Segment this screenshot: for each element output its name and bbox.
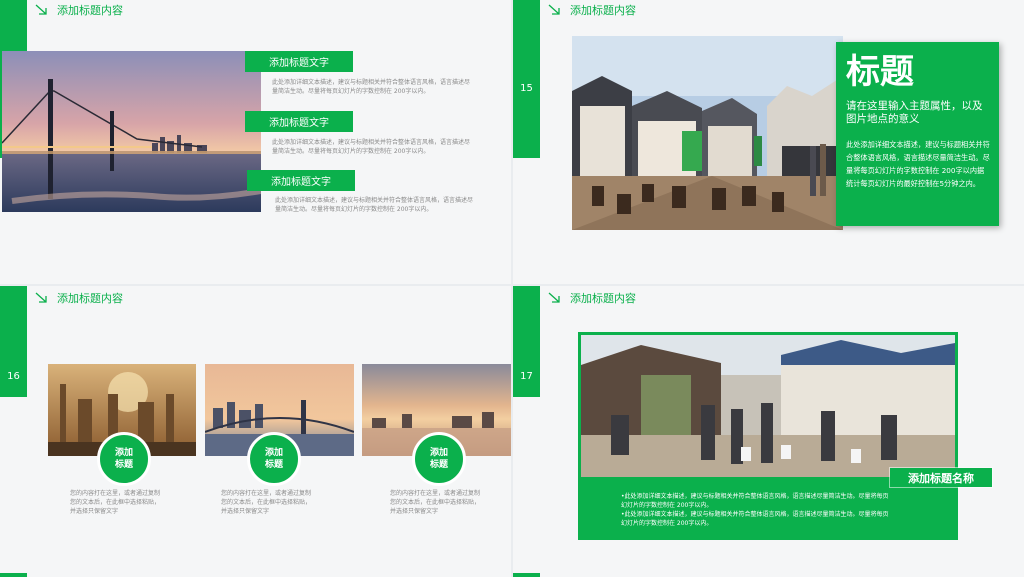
card-3-circle-line-1: 添加: [429, 448, 448, 458]
card-1-line-1: 您的内容打在这里，或者通过复制: [70, 490, 161, 497]
next-slide-edge: [0, 573, 511, 577]
card-1-title-circle: 添加 标题: [97, 432, 151, 486]
slide-header: 添加标题内容: [548, 2, 636, 18]
slide-number-tab: 17: [513, 286, 540, 397]
slide-header: 添加标题内容: [548, 290, 636, 306]
panel-body-line-3: 量将每页幻灯片的字数控制在 200字以内据: [846, 166, 985, 175]
slide-15[interactable]: 15 添加标题内容 标题 请在这里输入主题属性，以及 图片地点的意义 此处添加详…: [513, 0, 1024, 284]
slide-header-title: 添加标题内容: [57, 292, 123, 305]
title-tag-3-text: 添加标题文字: [271, 177, 331, 188]
shopping-street-photo: [581, 335, 955, 477]
panel-subtitle: 请在这里输入主题属性，以及 图片地点的意义: [846, 100, 983, 126]
bridge-city-photo: [2, 51, 261, 212]
card-2-circle-line-2: 标题: [264, 460, 283, 470]
village-street-photo: [572, 36, 843, 230]
panel-body-line-1: 此处添加详细文本描述，建议与标题相关并符: [846, 140, 990, 149]
slide-14[interactable]: 14 添加标题内容 添加标题文字: [0, 0, 511, 284]
title-tag-1-text: 添加标题文字: [269, 58, 329, 69]
description-2-line-2: 量简洁生动。尽量将每页幻灯片的字数控制在 200字以内。: [272, 148, 430, 155]
next-slide-edge: [513, 573, 1024, 577]
card-2-circle-line-1: 添加: [264, 448, 283, 458]
slide-number-tab: 16: [0, 286, 27, 397]
panel-body-line-2: 合整体语言风格，语言描述尽量简洁生动。尽: [846, 153, 990, 162]
panel-subtitle-line-1: 请在这里输入主题属性，以及: [846, 100, 983, 112]
next-slide-tab-edge: [513, 573, 540, 577]
description-3-line-2: 量简洁生动。尽量将每页幻灯片的字数控制在 200字以内。: [275, 206, 433, 213]
description-1-line-1: 此处添加详细文本描述，建议与标题相关并符合整体语言风格，语言描述尽: [272, 79, 471, 86]
card-3-line-2: 您的文本后，在此框中选择粘贴，: [390, 499, 481, 506]
card-2-line-3: 并选择只保留文字: [221, 508, 270, 515]
description-3-line-1: 此处添加详细文本描述，建议与标题相关并符合整体语言风格，语言描述尽: [275, 197, 474, 204]
description-1-line-2: 量简洁生动。尽量将每页幻灯片的字数控制在 200字以内。: [272, 88, 430, 95]
slide-16[interactable]: 16 添加标题内容 添加标题 添加标题 添加标题 您的内容打在这里，或者通: [0, 286, 511, 575]
slide-header-title: 添加标题内容: [57, 4, 123, 17]
slide-number: 15: [520, 82, 533, 94]
slide-number: 17: [520, 371, 533, 382]
card-3-line-3: 并选择只保留文字: [390, 508, 439, 515]
card-1-line-2: 您的文本后，在此框中选择粘贴，: [70, 499, 161, 506]
bullet-1: •此处添加详细文本描述，建议与标题相关并符合整体语言风格，语言描述尽量简洁生动。…: [621, 492, 889, 510]
next-slide-tab-edge: [0, 573, 27, 577]
panel-subtitle-line-2: 图片地点的意义: [846, 113, 920, 125]
card-2-line-2: 您的文本后，在此框中选择粘贴，: [221, 499, 312, 506]
title-tag-3: 添加标题文字: [247, 170, 355, 191]
description-3: 此处添加详细文本描述，建议与标题相关并符合整体语言风格，语言描述尽 量简洁生动。…: [275, 196, 473, 214]
arrow-corner-icon: [548, 4, 560, 15]
description-2-line-1: 此处添加详细文本描述，建议与标题相关并符合整体语言风格，语言描述尽: [272, 139, 471, 146]
panel-body-line-4: 统计每页幻灯片的最好控制在5分钟之内。: [846, 179, 980, 188]
slide-number: 16: [7, 371, 20, 382]
photo-label: 添加标题名称: [890, 468, 992, 487]
title-panel: 标题 请在这里输入主题属性，以及 图片地点的意义 此处添加详细文本描述，建议与标…: [836, 42, 999, 226]
slide-17[interactable]: 17 添加标题内容 添加标题名称 •此处添加详细文本描述，建议与标题相关并符合整…: [513, 286, 1024, 575]
card-3-line-1: 您的内容打在这里，或者通过复制: [390, 490, 481, 497]
slide-header-title: 添加标题内容: [570, 292, 636, 305]
bullet-1-line-2: 幻灯片的字数控制在 200字以内。: [621, 502, 713, 509]
slide-header-title: 添加标题内容: [570, 4, 636, 17]
description-1: 此处添加详细文本描述，建议与标题相关并符合整体语言风格，语言描述尽 量简洁生动。…: [272, 78, 470, 96]
card-2-title-circle: 添加 标题: [247, 432, 301, 486]
card-2-description: 您的内容打在这里，或者通过复制 您的文本后，在此框中选择粘贴， 并选择只保留文字: [221, 489, 311, 516]
bullet-2: •此处添加详细文本描述，建议与标题相关并符合整体语言风格，语言描述尽量简洁生动。…: [621, 510, 889, 528]
title-tag-2: 添加标题文字: [245, 111, 353, 132]
card-1-circle-line-2: 标题: [114, 460, 133, 470]
content-panel: 添加标题名称 •此处添加详细文本描述，建议与标题相关并符合整体语言风格，语言描述…: [578, 332, 992, 540]
bullet-2-line-2: 幻灯片的字数控制在 200字以内。: [621, 520, 713, 527]
slide-number-tab: 15: [513, 0, 540, 158]
card-1-circle-line-1: 添加: [114, 448, 133, 458]
description-2: 此处添加详细文本描述，建议与标题相关并符合整体语言风格，语言描述尽 量简洁生动。…: [272, 138, 470, 156]
slide-header: 添加标题内容: [35, 2, 123, 18]
card-1-description: 您的内容打在这里，或者通过复制 您的文本后，在此框中选择粘贴， 并选择只保留文字: [70, 489, 160, 516]
card-3-title-circle: 添加 标题: [412, 432, 466, 486]
title-tag-2-text: 添加标题文字: [269, 118, 329, 129]
card-2-line-1: 您的内容打在这里，或者通过复制: [221, 490, 312, 497]
bullet-list: •此处添加详细文本描述，建议与标题相关并符合整体语言风格，语言描述尽量简洁生动。…: [621, 492, 889, 528]
card-1-line-3: 并选择只保留文字: [70, 508, 119, 515]
bullet-1-line-1: •此处添加详细文本描述，建议与标题相关并符合整体语言风格，语言描述尽量简洁生动。…: [621, 493, 889, 500]
card-3-circle-line-2: 标题: [429, 460, 448, 470]
card-3-description: 您的内容打在这里，或者通过复制 您的文本后，在此框中选择粘贴， 并选择只保留文字: [390, 489, 480, 516]
slide-header: 添加标题内容: [35, 290, 123, 306]
arrow-corner-icon: [35, 4, 47, 15]
panel-body: 此处添加详细文本描述，建议与标题相关并符 合整体语言风格，语言描述尽量简洁生动。…: [846, 138, 990, 190]
photo-label-text: 添加标题名称: [908, 471, 974, 485]
arrow-corner-icon: [548, 292, 560, 303]
panel-title: 标题: [846, 52, 914, 92]
title-tag-1: 添加标题文字: [245, 51, 353, 72]
bullet-2-line-1: •此处添加详细文本描述，建议与标题相关并符合整体语言风格，语言描述尽量简洁生动。…: [621, 511, 889, 518]
arrow-corner-icon: [35, 292, 47, 303]
